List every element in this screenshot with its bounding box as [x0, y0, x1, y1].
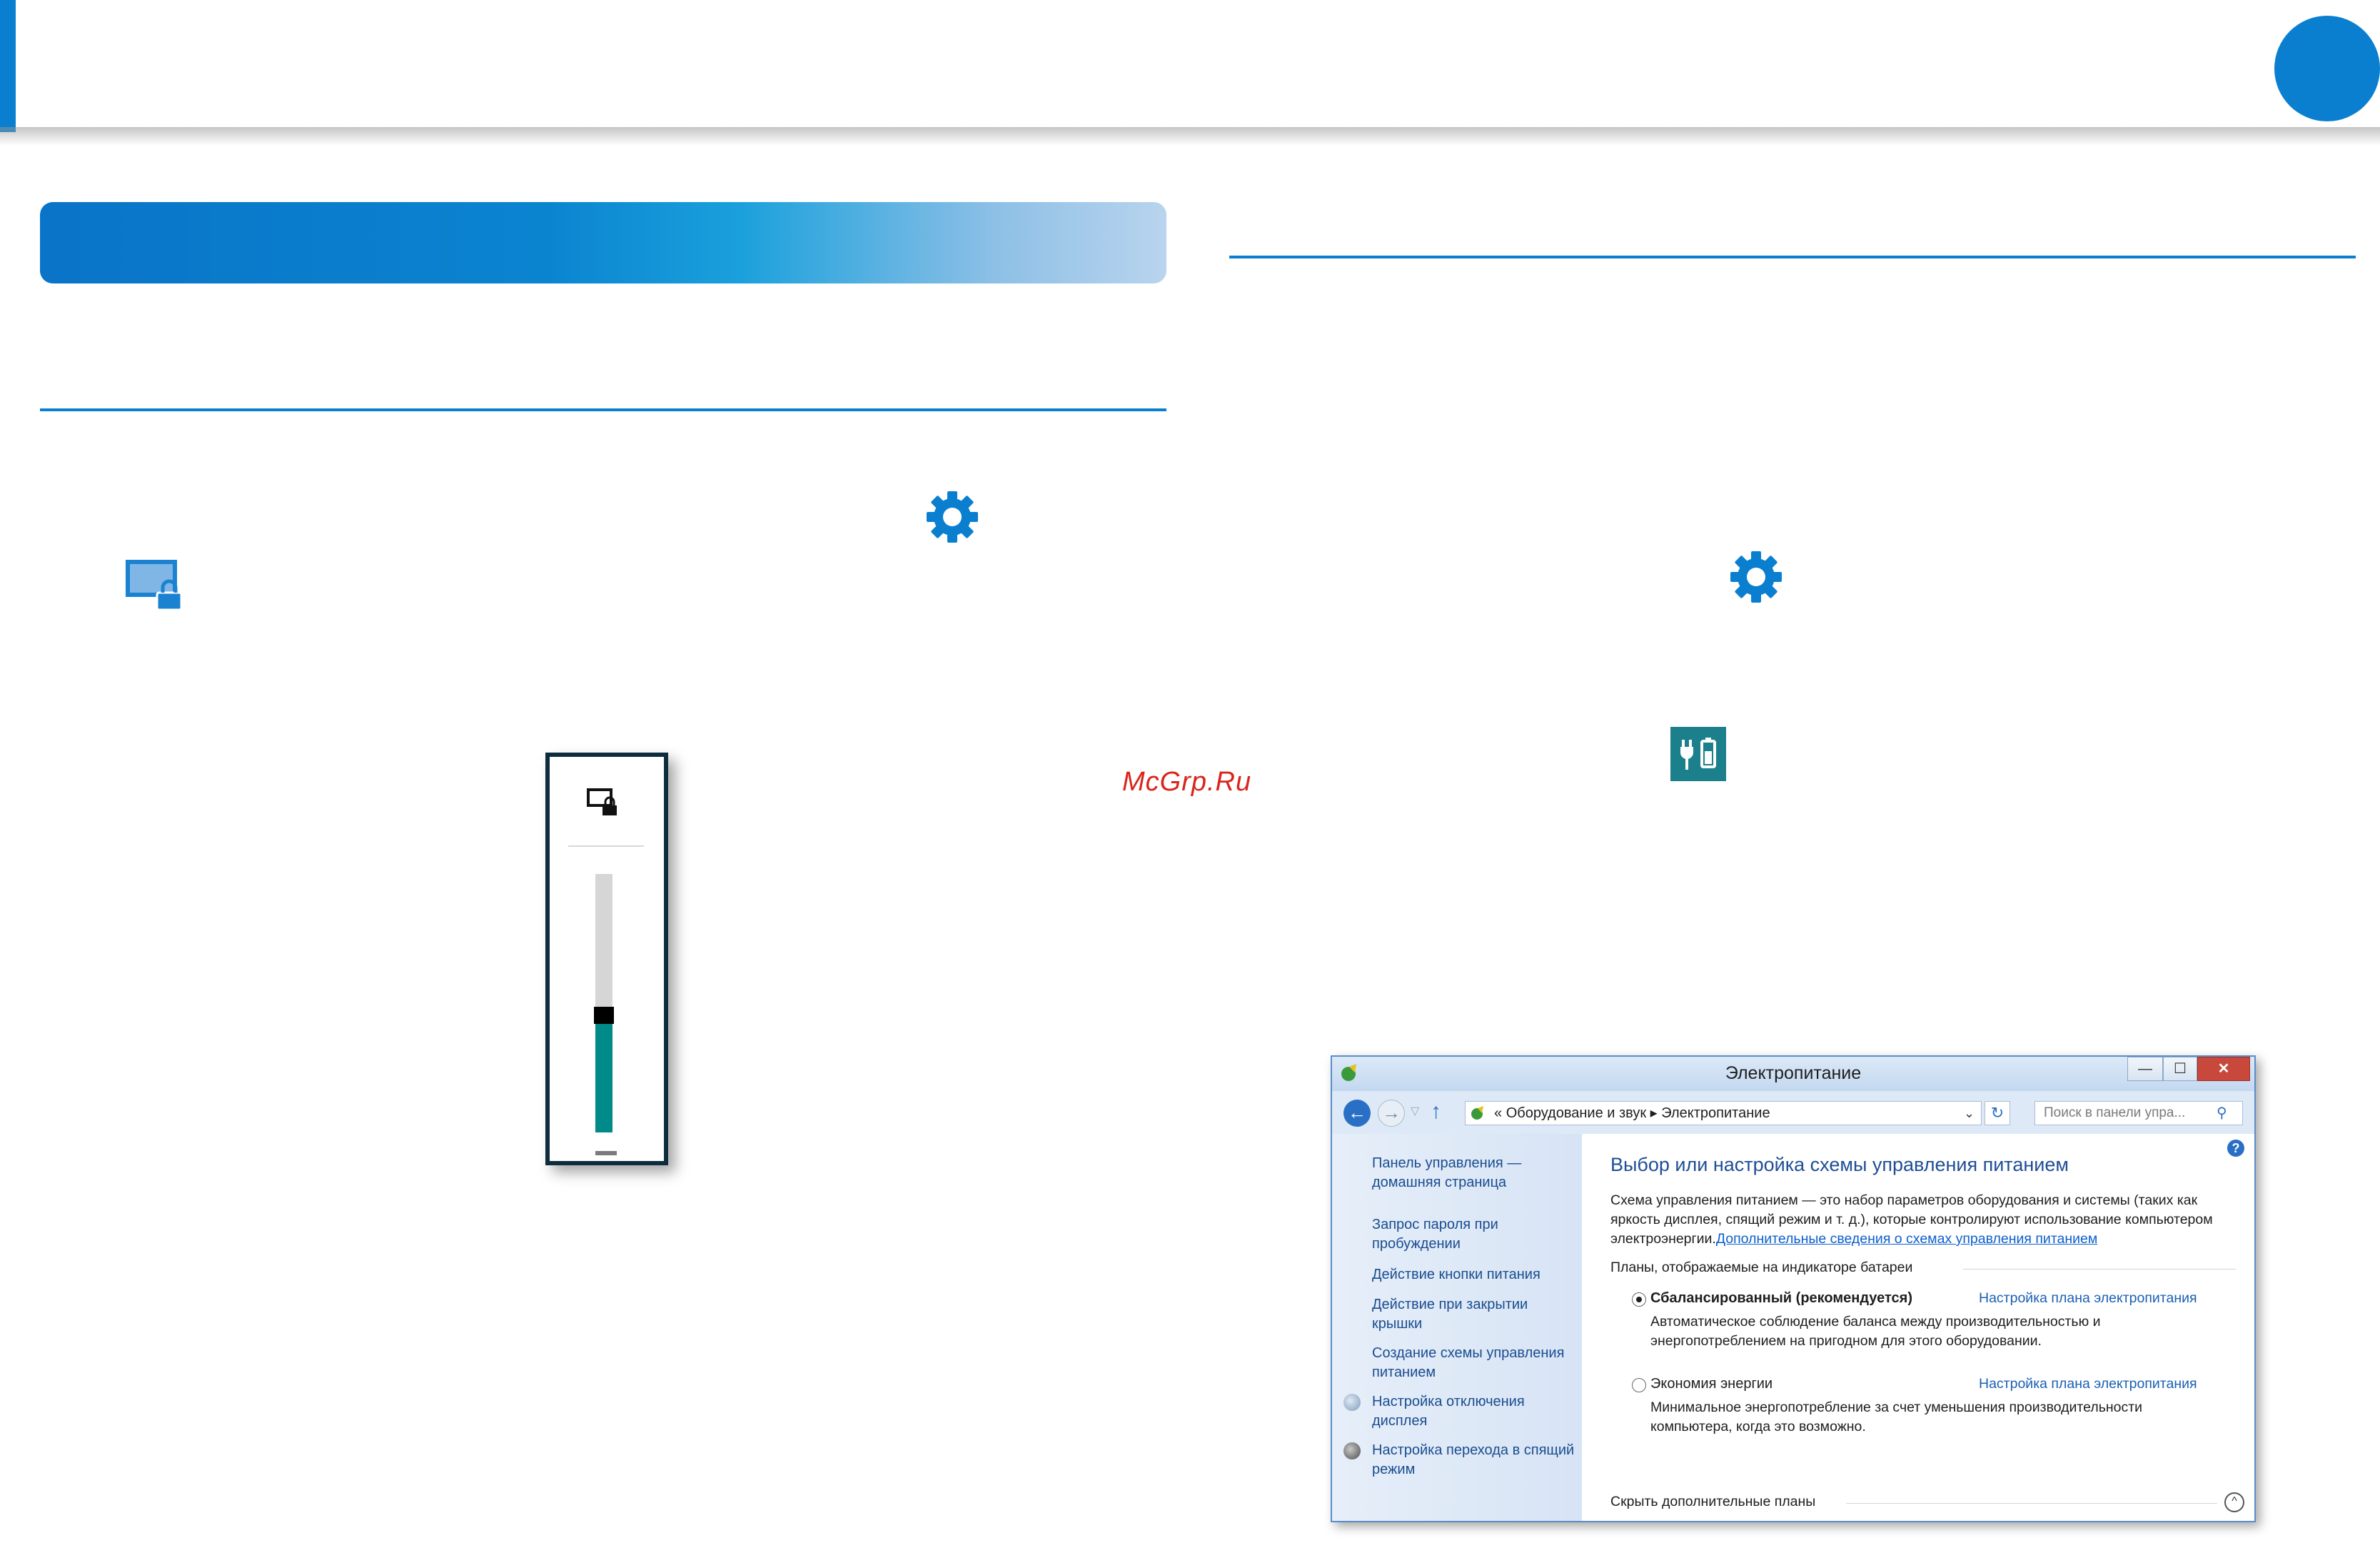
search-input[interactable]: Поиск в панели упра... ⚲ — [2034, 1101, 2243, 1125]
sidebar-item-create-plan[interactable]: Создание схемы управления питанием — [1372, 1344, 1579, 1382]
minimize-button[interactable]: — — [2127, 1057, 2163, 1081]
header-accent-bar — [0, 0, 16, 132]
popup-divider — [568, 845, 644, 847]
sidebar-item-sleep[interactable]: Настройка перехода в спящий режим — [1372, 1441, 1579, 1479]
sidebar-item-wake-password[interactable]: Запрос пароля при пробуждении — [1372, 1215, 1579, 1254]
left-section-rule — [40, 408, 1166, 411]
help-icon[interactable]: ? — [2227, 1140, 2244, 1157]
brightness-slider-fill — [595, 1021, 612, 1132]
window-title: Электропитание — [1725, 1063, 1862, 1083]
plans-group-label: Планы, отображаемые на индикаторе батаре… — [1610, 1260, 1913, 1275]
breadcrumb-hardware-sound[interactable]: Оборудование и звук — [1506, 1105, 1646, 1121]
refresh-button[interactable]: ↻ — [1985, 1101, 2010, 1125]
window-titlebar[interactable]: Электропитание — ☐ ✕ — [1332, 1057, 2254, 1091]
gear-icon — [927, 491, 978, 543]
sidebar-item-display-off[interactable]: Настройка отключения дисплея — [1372, 1392, 1579, 1431]
forward-button[interactable]: → — [1378, 1100, 1405, 1127]
address-bar[interactable]: « Оборудование и звук ▸ Электропитание ⌄ — [1465, 1101, 1982, 1125]
chevron-up-icon[interactable]: ^ — [2224, 1492, 2244, 1512]
plan-power-saver-radio[interactable] — [1632, 1378, 1646, 1392]
power-plug-icon — [1670, 727, 1726, 781]
brightness-popup — [545, 753, 668, 1165]
search-placeholder: Поиск в панели упра... — [2044, 1105, 2186, 1120]
up-arrow-icon[interactable]: ↑ — [1431, 1100, 1441, 1124]
watermark-text: McGrp.Ru — [1122, 767, 1252, 797]
recent-pages-icon[interactable]: ▽ — [1411, 1104, 1419, 1118]
close-button[interactable]: ✕ — [2197, 1057, 2250, 1081]
chapter-badge — [2274, 16, 2380, 121]
breadcrumb: « Оборудование и звук ▸ Электропитание — [1494, 1102, 1770, 1125]
power-options-window: Электропитание — ☐ ✕ ← → ▽ ↑ « Оборудова… — [1331, 1055, 2256, 1522]
breadcrumb-power-options[interactable]: Электропитание — [1661, 1105, 1770, 1121]
plan-balanced-description: Автоматическое соблюдение баланса между … — [1650, 1314, 2101, 1349]
display-off-icon — [1343, 1394, 1361, 1411]
power-options-app-icon — [1471, 1106, 1483, 1120]
sidebar-item-home[interactable]: Панель управления — домашняя страница — [1372, 1154, 1579, 1192]
popup-bottom-marker — [595, 1151, 617, 1155]
sleep-moon-icon — [1343, 1442, 1361, 1459]
maximize-button[interactable]: ☐ — [2163, 1057, 2197, 1081]
breadcrumb-overflow[interactable]: « — [1494, 1105, 1502, 1121]
plan-balanced-radio[interactable] — [1632, 1292, 1646, 1307]
gear-icon — [1730, 551, 1782, 603]
more-info-link[interactable]: Дополнительные сведения о схемах управле… — [1716, 1231, 2097, 1247]
group-divider — [1846, 1503, 2217, 1504]
search-icon[interactable]: ⚲ — [2217, 1102, 2227, 1125]
sidebar-item-lid-close[interactable]: Действие при закрытии крышки — [1372, 1295, 1579, 1334]
display-lock-icon — [587, 788, 617, 815]
section-title-bar — [40, 202, 1166, 283]
back-button[interactable]: ← — [1343, 1100, 1371, 1127]
group-divider — [1963, 1269, 2236, 1270]
header-shadow — [0, 127, 2380, 146]
chevron-down-icon[interactable]: ⌄ — [1964, 1102, 1975, 1125]
page-description: Схема управления питанием — это набор па… — [1610, 1191, 2239, 1249]
plan-power-saver-name[interactable]: Экономия энергии — [1650, 1376, 1773, 1392]
brightness-slider-thumb[interactable] — [594, 1007, 614, 1024]
plan-balanced-settings-link[interactable]: Настройка плана электропитания — [1979, 1290, 2197, 1307]
plan-power-saver-settings-link[interactable]: Настройка плана электропитания — [1979, 1376, 2197, 1392]
radio-selected-dot — [1636, 1297, 1642, 1302]
sidebar: Панель управления — домашняя страница За… — [1332, 1134, 1582, 1521]
plan-balanced-name[interactable]: Сбалансированный (рекомендуется) — [1650, 1290, 1912, 1307]
right-section-rule — [1229, 256, 2356, 258]
sidebar-item-power-button[interactable]: Действие кнопки питания — [1372, 1265, 1579, 1285]
address-row: ← → ▽ ↑ « Оборудование и звук ▸ Электроп… — [1332, 1091, 2254, 1134]
plan-power-saver-description: Минимальное энергопотребление за счет ум… — [1650, 1399, 2143, 1434]
hide-plans-label[interactable]: Скрыть дополнительные планы — [1610, 1494, 1815, 1510]
breadcrumb-separator-icon[interactable]: ▸ — [1650, 1105, 1658, 1121]
main-content: ? Выбор или настройка схемы управления п… — [1582, 1134, 2254, 1521]
page-title: Выбор или настройка схемы управления пит… — [1610, 1154, 2069, 1175]
display-lock-icon — [126, 560, 183, 611]
